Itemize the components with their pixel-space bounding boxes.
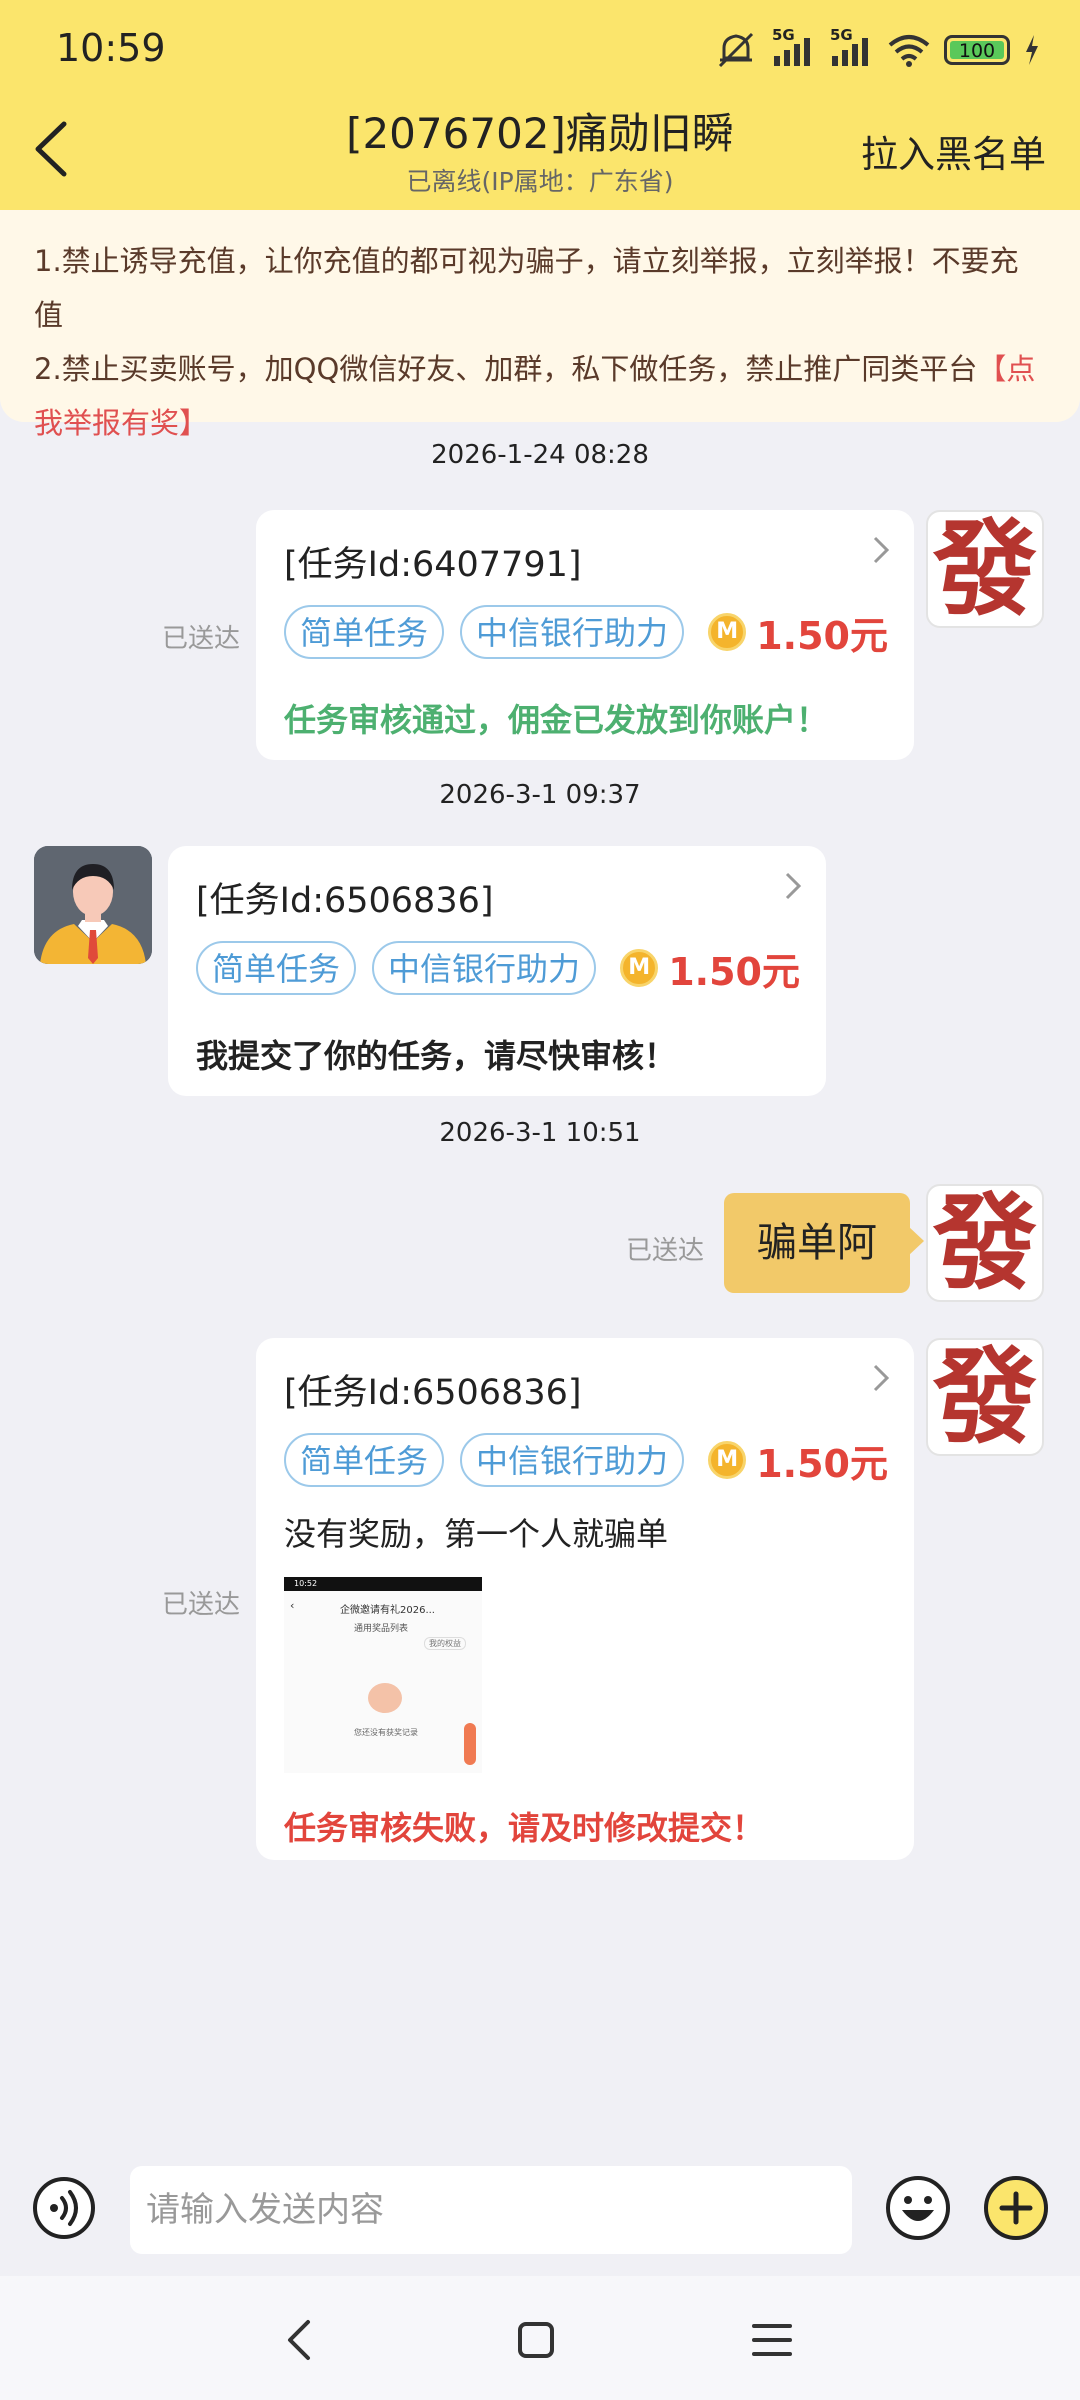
coin-icon: M — [620, 949, 659, 987]
tag-simple-task: 简单任务 — [196, 941, 357, 995]
plus-icon — [984, 2176, 1048, 2240]
notice-line-1: 1.禁止诱导充值，让你充值的都可视为骗子，请立刻举报，立刻举报！不要充值 — [34, 244, 1019, 332]
delivered-label: 已送达 — [626, 1236, 705, 1266]
emoji-icon — [886, 2176, 950, 2240]
chevron-right-icon — [873, 1364, 890, 1392]
chevron-right-icon — [873, 536, 890, 564]
thumb-subtitle: 通用奖品列表 — [354, 1624, 409, 1634]
thumb-back-icon: ‹ — [290, 1599, 295, 1612]
screenshot-thumbnail[interactable]: 10:52 ‹ 企微邀请有礼2026... 通用奖品列表 我的权益 您还没有获奖… — [284, 1577, 482, 1773]
emoji-button[interactable] — [884, 2174, 952, 2242]
reward: M 1.50元 — [708, 605, 888, 660]
task-title: [任务Id:6407791] — [284, 545, 582, 585]
avatar-self[interactable]: 發 — [926, 1338, 1044, 1456]
thumb-title: 企微邀请有礼2026... — [340, 1605, 435, 1616]
notice-banner: 1.禁止诱导充值，让你充值的都可视为骗子，请立刻举报，立刻举报！不要充值 2.禁… — [0, 210, 1080, 440]
task-note: 没有奖励，第一个人就骗单 — [284, 1515, 669, 1553]
reward-amount: 1.50元 — [756, 613, 888, 658]
add-button[interactable] — [982, 2174, 1050, 2242]
thumb-float-button — [464, 1723, 476, 1765]
timestamp: 2026-3-1 10:51 — [439, 1118, 641, 1148]
task-card[interactable]: [任务Id:6506836] 简单任务 中信银行助力 M 1.50元 没有奖励，… — [256, 1338, 914, 1860]
avatar-self[interactable]: 發 — [926, 510, 1044, 628]
bubble-tail — [908, 1226, 924, 1256]
reward-amount: 1.50元 — [756, 1441, 888, 1486]
coin-icon: M — [708, 1441, 747, 1479]
nav-back-icon — [288, 2320, 310, 2360]
message-bubble[interactable]: 骗单阿 — [724, 1193, 910, 1293]
thumb-badge: 我的权益 — [424, 1637, 466, 1650]
nav-back-button[interactable] — [276, 2316, 324, 2364]
avatar-other[interactable] — [34, 846, 152, 964]
wifi-icon — [888, 33, 930, 67]
task-card[interactable]: [任务Id:6407791] 简单任务 中信银行助力 M 1.50元 任务审核通… — [256, 510, 914, 760]
reward: M 1.50元 — [620, 941, 800, 996]
delivered-label: 已送达 — [162, 624, 241, 654]
charging-icon — [1024, 35, 1040, 65]
thumb-empty-text: 您还没有获奖记录 — [354, 1728, 418, 1737]
voice-button[interactable] — [32, 2176, 96, 2240]
reward: M 1.50元 — [708, 1433, 888, 1488]
thumb-illustration — [368, 1683, 402, 1713]
avatar-self[interactable]: 發 — [926, 1184, 1044, 1302]
tag-bank-assist: 中信银行助力 — [460, 1433, 685, 1487]
status-icons: 5G 5G 100 — [714, 26, 1040, 72]
nav-menu-button[interactable] — [748, 2316, 796, 2364]
notice-line-2: 2.禁止买卖账号，加QQ微信好友、加群，私下做任务，禁止推广同类平台【点我举报有… — [34, 352, 1036, 440]
task-title: [任务Id:6506836] — [284, 1373, 582, 1413]
task-title: [任务Id:6506836] — [196, 881, 494, 921]
tag-bank-assist: 中信银行助力 — [372, 941, 597, 995]
task-status: 任务审核通过，佣金已发放到你账户！ — [284, 701, 829, 739]
message-input[interactable] — [130, 2166, 852, 2254]
tag-simple-task: 简单任务 — [284, 1433, 445, 1487]
tag-bank-assist: 中信银行助力 — [460, 605, 685, 659]
signal-icon-2: 5G — [830, 26, 874, 68]
header: 10:59 5G 5G 100 [2076702]痛勋旧瞬 已离线(IP属地：广… — [0, 0, 1080, 210]
nav-home-button[interactable] — [512, 2316, 560, 2364]
voice-icon — [33, 2177, 95, 2239]
nav-home-icon — [518, 2322, 554, 2358]
status-time: 10:59 — [56, 26, 166, 70]
coin-icon: M — [708, 613, 747, 651]
task-status: 任务审核失败，请及时修改提交！ — [284, 1809, 765, 1847]
tag-simple-task: 简单任务 — [284, 605, 445, 659]
person-avatar-icon — [34, 846, 152, 964]
timestamp: 2026-3-1 09:37 — [439, 780, 641, 810]
task-card[interactable]: [任务Id:6506836] 简单任务 中信银行助力 M 1.50元 我提交了你… — [168, 846, 826, 1096]
thumb-status-bar: 10:52 — [284, 1577, 482, 1591]
signal-icon: 5G — [772, 26, 816, 68]
blacklist-button[interactable]: 拉入黑名单 — [861, 124, 1046, 178]
timestamp: 2026-1-24 08:28 — [431, 440, 649, 470]
nav-menu-icon — [752, 2324, 792, 2356]
reward-amount: 1.50元 — [668, 949, 800, 994]
chevron-right-icon — [785, 872, 802, 900]
delivered-label: 已送达 — [162, 1590, 241, 1620]
task-status: 我提交了你的任务，请尽快审核！ — [196, 1037, 677, 1075]
battery-icon: 100 — [944, 35, 1010, 65]
mute-icon — [714, 30, 758, 70]
